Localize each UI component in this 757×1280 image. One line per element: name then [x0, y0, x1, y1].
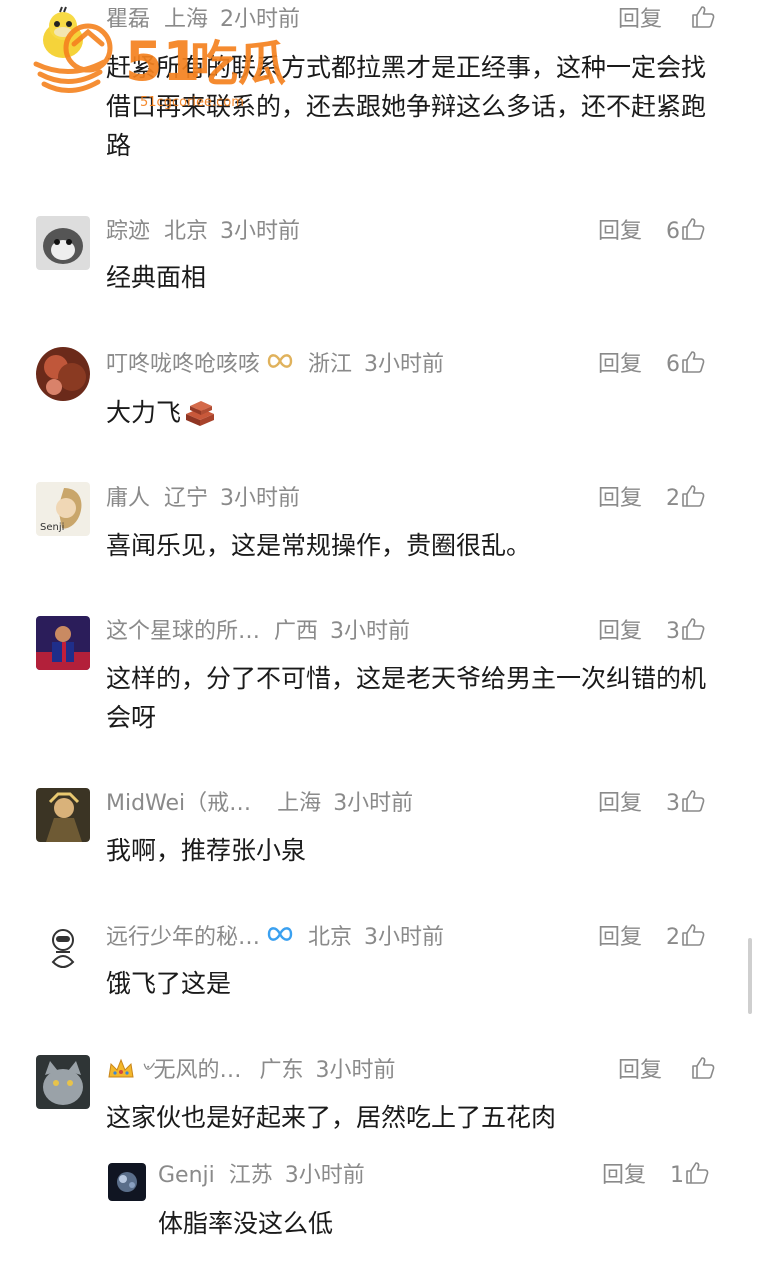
avatar[interactable]: [36, 922, 90, 976]
like-count: 6: [666, 352, 681, 377]
svg-text:Senji: Senji: [40, 522, 64, 533]
comment-actions: 回复: [618, 1053, 716, 1089]
timestamp: 3小时前: [364, 352, 445, 377]
comment-meta: 瞿磊 上海 2小时前: [106, 2, 300, 38]
comment-meta: 远行少年的秘… 北京 3小时前: [106, 920, 444, 956]
avatar[interactable]: [36, 6, 90, 60]
reply-button[interactable]: 回复: [618, 1053, 662, 1089]
avatar[interactable]: [36, 616, 90, 670]
username[interactable]: 这个星球的所…: [106, 619, 260, 644]
username[interactable]: 瞿磊: [106, 7, 150, 32]
comment-actions: 回复 6: [598, 347, 706, 383]
thumbs-up-icon[interactable]: [680, 216, 706, 254]
username[interactable]: 庸人: [106, 486, 150, 511]
timestamp: 3小时前: [333, 791, 414, 816]
comment-text: 这家伙也是好起来了，居然吃上了五花肉: [106, 1103, 557, 1132]
comment-meta: ৺无风的… 广东 3小时前: [106, 1053, 396, 1089]
comment-actions: 回复 2: [598, 920, 706, 956]
comment-text: 饿飞了这是: [106, 969, 232, 998]
like-count: 3: [666, 791, 681, 816]
thumbs-up-icon[interactable]: [680, 788, 706, 826]
comment-actions: 回复 1: [602, 1158, 710, 1194]
comment-actions: 回复: [618, 2, 716, 38]
comment-actions: 回复 3: [598, 614, 706, 650]
scrollbar[interactable]: [748, 938, 752, 1014]
like-count: 2: [666, 486, 681, 511]
comment-text: 体脂率没这么低: [158, 1209, 334, 1238]
comment-text: 我啊，推荐张小泉: [106, 836, 307, 865]
timestamp: 3小时前: [364, 925, 445, 950]
timestamp: 3小时前: [220, 486, 301, 511]
comment-text: 喜闻乐见，这是常规操作，贵圈很乱。: [106, 531, 532, 560]
location: 辽宁: [164, 486, 209, 511]
timestamp: 2小时前: [220, 7, 301, 32]
comment-meta: MidWei（戒… 上海 3小时前: [106, 786, 413, 822]
username[interactable]: ৺无风的…: [140, 1058, 241, 1083]
comment-actions: 回复 6: [598, 214, 706, 250]
location: 上海: [277, 791, 322, 816]
timestamp: 3小时前: [220, 219, 301, 244]
timestamp: 3小时前: [330, 619, 411, 644]
location: 江苏: [228, 1163, 273, 1188]
location: 北京: [308, 925, 353, 950]
thumbs-up-icon[interactable]: [680, 483, 706, 521]
comment-text: 赶紧所有的联系方式都拉黑才是正经事，这种一定会找借口再来联系的，还去跟她争辩这么…: [106, 53, 707, 160]
reply-button[interactable]: 回复: [598, 481, 642, 517]
timestamp: 3小时前: [284, 1163, 365, 1188]
location: 浙江: [308, 352, 353, 377]
like-count: 3: [666, 619, 681, 644]
reply-button[interactable]: 回复: [598, 786, 642, 822]
username[interactable]: 远行少年的秘…: [106, 925, 260, 950]
location: 广东: [259, 1058, 304, 1083]
avatar[interactable]: [36, 347, 90, 401]
like-count: 1: [670, 1163, 685, 1188]
username[interactable]: Genji: [158, 1163, 215, 1188]
avatar[interactable]: Senji: [36, 482, 90, 536]
infinity-badge-icon: [266, 920, 294, 956]
comment-meta: 叮咚咙咚呛咳咳 浙江 3小时前: [106, 347, 444, 383]
location: 上海: [164, 7, 209, 32]
reply-button[interactable]: 回复: [602, 1158, 646, 1194]
avatar[interactable]: [36, 788, 90, 842]
comment-text-content: 大力飞: [106, 398, 182, 427]
reply-button[interactable]: 回复: [598, 920, 642, 956]
comment-meta: 这个星球的所… 广西 3小时前: [106, 614, 410, 650]
reply-button[interactable]: 回复: [598, 347, 642, 383]
username[interactable]: 踪迹: [106, 219, 150, 244]
reply-button[interactable]: 回复: [598, 214, 642, 250]
username[interactable]: MidWei（戒…: [106, 791, 251, 816]
comment-meta: 庸人 辽宁 3小时前: [106, 481, 300, 517]
comment-meta: Genji 江苏 3小时前: [158, 1158, 365, 1194]
thumbs-up-icon[interactable]: [680, 349, 706, 387]
comment-text: 经典面相: [106, 263, 207, 292]
crown-icon: [106, 1057, 136, 1093]
like-count: 6: [666, 219, 681, 244]
thumbs-up-icon[interactable]: [680, 616, 706, 654]
avatar[interactable]: [36, 1055, 90, 1109]
thumbs-up-icon[interactable]: [690, 1055, 716, 1093]
brick-emoji-icon: [183, 396, 217, 437]
reply-button[interactable]: 回复: [598, 614, 642, 650]
location: 广西: [274, 619, 319, 644]
like-count: 2: [666, 925, 681, 950]
avatar[interactable]: [36, 216, 90, 270]
comment-meta: 踪迹 北京 3小时前: [106, 214, 300, 250]
thumbs-up-icon[interactable]: [684, 1160, 710, 1198]
reply-button[interactable]: 回复: [618, 2, 662, 38]
thumbs-up-icon[interactable]: [690, 4, 716, 42]
username[interactable]: 叮咚咙咚呛咳咳: [106, 352, 260, 377]
timestamp: 3小时前: [315, 1058, 396, 1083]
thumbs-up-icon[interactable]: [680, 922, 706, 960]
psyduck-avatar-icon: [43, 6, 83, 58]
infinity-badge-icon: [266, 347, 294, 383]
avatar[interactable]: [108, 1163, 146, 1201]
location: 北京: [164, 219, 209, 244]
comment-actions: 回复 3: [598, 786, 706, 822]
comment-actions: 回复 2: [598, 481, 706, 517]
comment-text: 这样的，分了不可惜，这是老天爷给男主一次纠错的机会呀: [106, 664, 707, 732]
comment-text: 大力飞: [106, 393, 726, 437]
